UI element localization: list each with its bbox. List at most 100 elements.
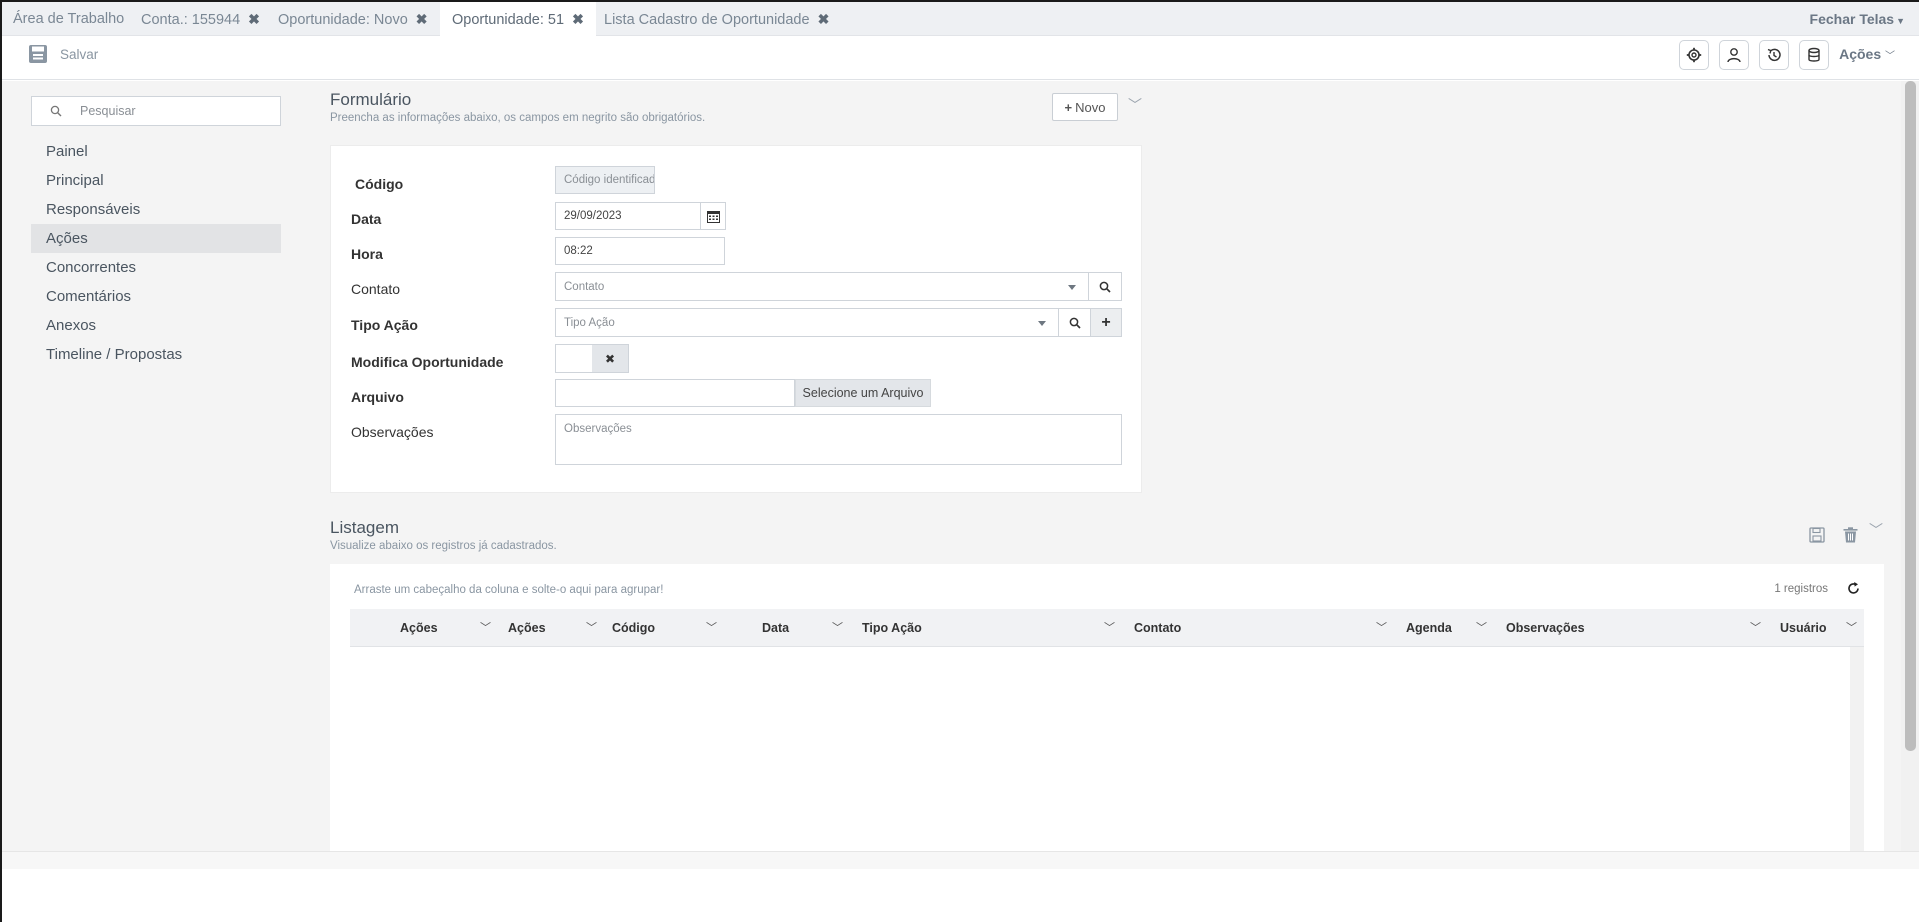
content-area: Painel Principal Responsáveis Ações Conc…	[2, 81, 1901, 851]
tab-bar: Área de Trabalho Conta.: 155944 ✖ Oportun…	[2, 2, 1919, 36]
column-header-data[interactable]: Data	[762, 609, 789, 647]
tab-label: Conta.: 155944	[141, 12, 241, 28]
sidebar-item-timeline[interactable]: Timeline / Propostas	[31, 340, 281, 369]
close-icon[interactable]: ✖	[572, 11, 584, 27]
column-header-contato[interactable]: Contato	[1134, 609, 1181, 647]
chevron-down-icon[interactable]: ﹀	[586, 609, 597, 647]
calendar-button[interactable]	[700, 202, 726, 230]
sidebar-item-comentarios[interactable]: Comentários	[31, 282, 281, 311]
close-icon: ✖	[592, 345, 628, 372]
search-input[interactable]	[80, 104, 250, 118]
sidebar-search[interactable]	[31, 96, 281, 126]
collapse-listing-chevron-icon[interactable]: ﹀	[1869, 520, 1883, 540]
new-button[interactable]: + Novo	[1052, 93, 1118, 121]
sidebar-item-principal[interactable]: Principal	[31, 166, 281, 195]
save-label: Salvar	[60, 46, 99, 62]
tab-label: Lista Cadastro de Oportunidade	[604, 12, 810, 28]
collapse-form-chevron-icon[interactable]: ﹀	[1128, 95, 1142, 115]
sidebar-item-anexos[interactable]: Anexos	[31, 311, 281, 340]
grid-body	[350, 647, 1864, 851]
user-button[interactable]	[1719, 40, 1749, 70]
tab-conta[interactable]: Conta.: 155944 ✖	[141, 2, 260, 36]
group-panel-hint[interactable]: Arraste um cabeçalho da coluna e solte-o…	[354, 584, 663, 596]
column-header-tipo-acao[interactable]: Tipo Ação	[862, 609, 922, 647]
sidebar-item-painel[interactable]: Painel	[31, 137, 281, 166]
chevron-down-icon[interactable]: ﹀	[1476, 609, 1487, 647]
save-button[interactable]: Salvar	[28, 40, 98, 68]
tipo-acao-search-button[interactable]	[1058, 308, 1091, 337]
close-all-label: Fechar Telas	[1809, 11, 1895, 27]
tab-lista-cadastro[interactable]: Lista Cadastro de Oportunidade ✖	[604, 2, 829, 36]
chevron-down-icon[interactable]: ﹀	[706, 609, 717, 647]
chevron-down-icon[interactable]: ﹀	[832, 609, 843, 647]
listing-subtitle: Visualize abaixo os registros já cadastr…	[330, 540, 557, 552]
settings-button[interactable]	[1679, 40, 1709, 70]
history-icon	[1767, 48, 1781, 62]
column-header-codigo[interactable]: Código	[612, 609, 655, 647]
column-header-agenda[interactable]: Agenda	[1406, 609, 1452, 647]
actions-label: Ações	[1839, 46, 1882, 62]
tab-oportunidade-novo[interactable]: Oportunidade: Novo ✖	[278, 2, 428, 36]
observacoes-textarea[interactable]: Observações	[555, 414, 1122, 465]
caret-down-icon: ▼	[1896, 16, 1905, 26]
column-header-observacoes[interactable]: Observações	[1506, 609, 1585, 647]
grid-scrollbar[interactable]	[1850, 647, 1864, 851]
save-layout-button[interactable]	[1809, 527, 1825, 546]
caret-down-icon	[1068, 285, 1076, 290]
tab-label: Oportunidade: Novo	[278, 12, 408, 28]
codigo-label: Código	[355, 176, 404, 192]
tipo-acao-select[interactable]: Tipo Ação	[555, 308, 1059, 337]
contato-search-button[interactable]	[1088, 272, 1122, 301]
close-icon[interactable]: ✖	[818, 11, 830, 27]
close-icon[interactable]: ✖	[248, 11, 260, 27]
column-header-acoes[interactable]: Ações	[400, 609, 438, 647]
column-header-acoes-2[interactable]: Ações	[508, 609, 546, 647]
sidebar-item-responsaveis[interactable]: Responsáveis	[31, 195, 281, 224]
tipo-acao-label: Tipo Ação	[351, 317, 418, 333]
toolbar: Salvar Ações ﹀	[2, 36, 1919, 80]
contato-select[interactable]: Contato	[555, 272, 1089, 301]
search-icon	[50, 105, 62, 117]
chevron-down-icon[interactable]: ﹀	[1846, 609, 1857, 647]
database-button[interactable]	[1799, 40, 1829, 70]
calendar-icon	[706, 210, 720, 223]
gear-icon	[1686, 47, 1702, 63]
sidebar-item-concorrentes[interactable]: Concorrentes	[31, 253, 281, 282]
codigo-field[interactable]: Código identificador	[555, 166, 655, 194]
page-scrollbar[interactable]	[1901, 81, 1919, 851]
page-scrollbar-thumb[interactable]	[1905, 81, 1916, 751]
column-header-usuario[interactable]: Usuário	[1780, 609, 1827, 647]
chevron-down-icon[interactable]: ﹀	[1376, 609, 1387, 647]
tab-label: Oportunidade: 51	[452, 12, 565, 28]
tab-oportunidade-51[interactable]: Oportunidade: 51 ✖	[440, 2, 596, 36]
form-title: Formulário	[330, 90, 412, 109]
tipo-acao-add-button[interactable]: +	[1090, 308, 1122, 337]
history-button[interactable]	[1759, 40, 1789, 70]
date-input[interactable]: 29/09/2023	[555, 202, 701, 230]
chevron-down-icon[interactable]: ﹀	[1750, 609, 1761, 647]
modifica-oportunidade-label: Modifica Oportunidade	[351, 354, 504, 370]
delete-button[interactable]	[1843, 527, 1858, 546]
tab-label: Área de Trabalho	[13, 11, 125, 27]
arquivo-label: Arquivo	[351, 389, 404, 405]
data-label: Data	[351, 211, 382, 227]
refresh-button[interactable]	[1847, 582, 1860, 598]
close-icon[interactable]: ✖	[416, 11, 428, 27]
chevron-down-icon[interactable]: ﹀	[1104, 609, 1115, 647]
close-all-tabs-dropdown[interactable]: Fechar Telas ▼	[1810, 2, 1905, 38]
select-file-button[interactable]: Selecione um Arquivo	[795, 379, 931, 407]
footer-strip	[2, 851, 1919, 869]
tab-area-de-trabalho[interactable]: Área de Trabalho	[13, 2, 124, 36]
plus-icon: +	[1101, 313, 1111, 331]
record-count: 1 registros	[1774, 583, 1828, 595]
time-input[interactable]: 08:22	[555, 237, 725, 265]
observacoes-label: Observações	[351, 424, 434, 440]
chevron-down-icon[interactable]: ﹀	[480, 609, 491, 647]
search-icon	[1069, 317, 1081, 329]
new-button-label: Novo	[1075, 99, 1106, 115]
form-card: Código Código identificador Data 29/09/2…	[330, 145, 1142, 493]
sidebar-item-acoes[interactable]: Ações	[31, 224, 281, 253]
arquivo-input[interactable]	[555, 379, 795, 407]
modifica-oportunidade-toggle[interactable]: ✖	[555, 344, 629, 373]
actions-dropdown[interactable]: Ações ﹀	[1839, 46, 1895, 62]
